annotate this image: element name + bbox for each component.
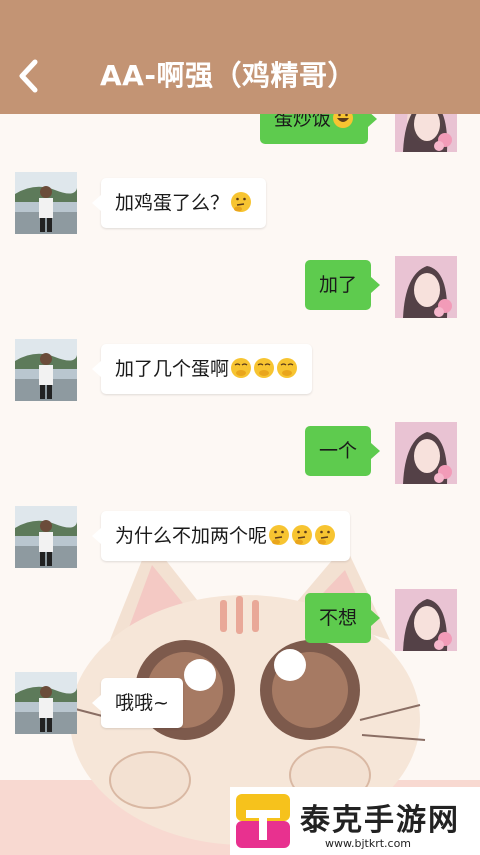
thinking-emoji-icon	[292, 524, 313, 545]
message-text: 一个	[319, 440, 358, 462]
message-text: 蛋炒饭	[274, 114, 332, 130]
site-watermark: 泰克手游网 www.bjtkrt.com	[230, 787, 480, 855]
contact-avatar[interactable]	[15, 506, 77, 568]
site-name: 泰克手游网	[300, 803, 460, 838]
self-avatar[interactable]	[395, 589, 457, 651]
message-text: 加了	[319, 274, 358, 296]
back-button[interactable]	[8, 52, 48, 100]
giggle-emoji-icon	[231, 357, 252, 378]
message-bubble-incoming[interactable]: 加鸡蛋了么？	[91, 178, 267, 228]
thinking-emoji-icon	[269, 524, 290, 545]
message-bubble-outgoing[interactable]: 蛋炒饭	[260, 114, 378, 144]
message-text: 为什么不加两个呢	[115, 525, 268, 547]
giggle-emoji-icon	[254, 357, 275, 378]
message-text: 加了几个蛋啊	[115, 358, 230, 380]
message-text: 加鸡蛋了么？	[115, 192, 230, 214]
contact-avatar[interactable]	[15, 339, 77, 401]
message-bubble-outgoing[interactable]: 一个	[305, 426, 381, 476]
message-bubble-incoming[interactable]: 加了几个蛋啊	[91, 344, 313, 394]
self-avatar[interactable]	[395, 256, 457, 318]
contact-avatar[interactable]	[15, 172, 77, 234]
giggle-emoji-icon	[277, 357, 298, 378]
message-bubble-incoming[interactable]: 为什么不加两个呢	[91, 511, 351, 561]
message-text: 哦哦~	[115, 692, 169, 714]
message-list[interactable]: 蛋炒饭 加鸡蛋了么？ 加了 加了几个蛋啊 一个 为什么不加两个呢 不想 哦哦~	[0, 114, 480, 784]
contact-avatar[interactable]	[15, 672, 77, 734]
site-logo-icon	[236, 794, 290, 848]
grinning-emoji-icon	[333, 114, 354, 128]
site-url: www.bjtkrt.com	[325, 837, 412, 850]
message-bubble-outgoing[interactable]: 加了	[305, 260, 381, 310]
thinking-emoji-icon	[315, 524, 336, 545]
chat-header: AA-啊强（鸡精哥）	[0, 0, 480, 114]
thinking-emoji-icon	[231, 191, 252, 212]
chat-title: AA-啊强（鸡精哥）	[100, 59, 356, 92]
message-bubble-incoming[interactable]: 哦哦~	[92, 678, 183, 728]
message-bubble-outgoing[interactable]: 不想	[305, 593, 381, 643]
self-avatar[interactable]	[395, 114, 457, 152]
chevron-left-icon	[19, 59, 38, 93]
self-avatar[interactable]	[395, 422, 457, 484]
message-text: 不想	[319, 607, 358, 629]
